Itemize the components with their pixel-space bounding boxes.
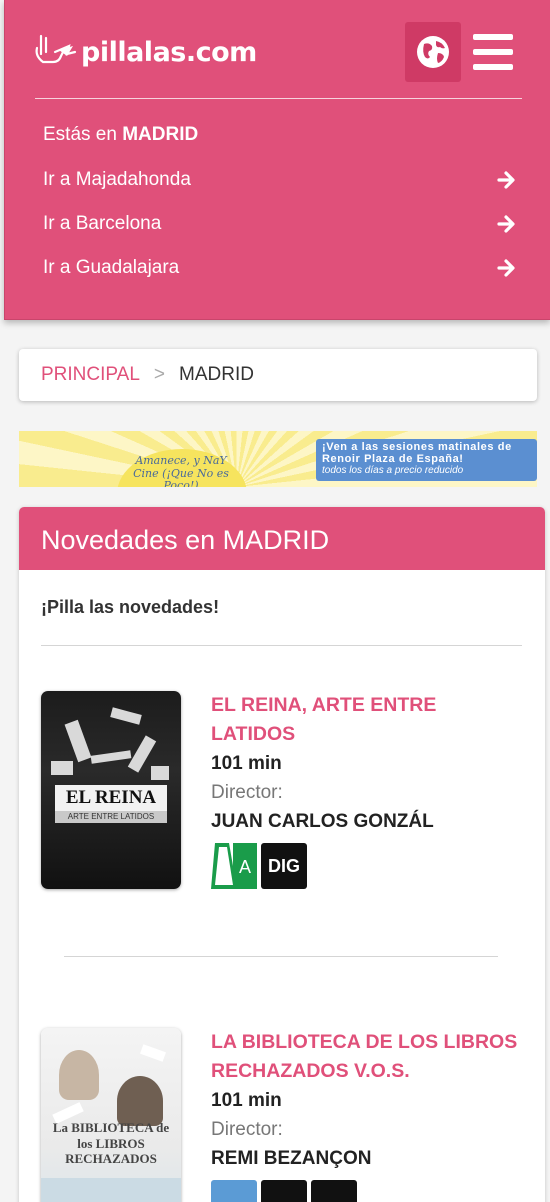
banner-line-2: Renoir Plaza de España!	[322, 453, 464, 465]
movie-title-link[interactable]: EL REINA, ARTE ENTRE LATIDOS	[211, 691, 521, 749]
arrow-right-icon	[497, 215, 515, 233]
poster-subtitle: ARTE ENTRE LATIDOS	[55, 811, 167, 823]
hand-logo-icon	[35, 34, 77, 64]
city-link-majadahonda[interactable]: Ir a Majadahonda	[43, 165, 517, 195]
movie-poster[interactable]: La BIBLIOTECA de los LIBROS RECHAZADOS	[41, 1028, 181, 1202]
news-title: Novedades en MADRID	[19, 507, 545, 570]
movie-duration: 101 min	[211, 753, 282, 774]
site-logo[interactable]: pillalas.com	[33, 30, 257, 74]
arrow-right-icon	[497, 171, 515, 189]
city-link-label: Ir a Barcelona	[43, 213, 162, 234]
digital-badge: DIG	[261, 843, 307, 889]
movie-title-link[interactable]: LA BIBLIOTECA DE LOS LIBROS RECHAZADOS V…	[211, 1028, 521, 1086]
banner-line-1: ¡Ven a las sesiones matinales de	[322, 441, 512, 453]
logo-text: pillalas.com	[81, 36, 257, 68]
format-badge	[311, 1180, 357, 1202]
promo-banner[interactable]: Amanece, y NaY Cine (¡Que No es Poco!) ¡…	[19, 431, 537, 487]
city-link-barcelona[interactable]: Ir a Barcelona	[43, 209, 517, 239]
movie-card: EL REINA ARTE ENTRE LATIDOS EL REINA, AR…	[41, 691, 522, 901]
banner-line-3: todos los días a precio reducido	[322, 465, 464, 476]
director-label: Director:	[211, 1119, 283, 1140]
city-link-guadalajara[interactable]: Ir a Guadalajara	[43, 253, 517, 283]
globe-icon	[417, 36, 449, 68]
header-divider	[35, 98, 522, 99]
poster-title: La BIBLIOTECA de los LIBROS RECHAZADOS	[52, 1120, 170, 1167]
breadcrumb-home-link[interactable]: PRINCIPAL	[41, 364, 140, 386]
banner-sun-text: Amanece, y NaY Cine (¡Que No es Poco!)	[133, 454, 229, 487]
director-name: JUAN CARLOS GONZÁL	[211, 811, 434, 832]
director-label: Director:	[211, 782, 283, 803]
city-selector-button[interactable]	[405, 22, 461, 82]
city-link-label: Ir a Guadalajara	[43, 257, 180, 278]
rating-badges	[211, 1180, 357, 1202]
current-city-prefix: Estás en	[43, 124, 117, 145]
poster-title: EL REINA	[55, 785, 167, 811]
current-city: Estás en MADRID	[43, 124, 198, 146]
movie-poster[interactable]: EL REINA ARTE ENTRE LATIDOS	[41, 691, 181, 889]
menu-bar	[473, 49, 513, 55]
movie-duration: 101 min	[211, 1090, 282, 1111]
breadcrumb-current: MADRID	[179, 364, 254, 385]
badge-a-letter: A	[239, 857, 251, 877]
director-name: REMI BEZANÇON	[211, 1148, 372, 1169]
movie-divider	[64, 956, 498, 957]
arrow-right-icon	[497, 259, 515, 277]
news-section: Novedades en MADRID ¡Pilla las novedades…	[19, 507, 545, 1202]
format-badge	[261, 1180, 307, 1202]
news-subtitle: ¡Pilla las novedades!	[41, 597, 220, 617]
menu-bar	[473, 34, 513, 40]
breadcrumb: PRINCIPAL > MADRID	[19, 349, 537, 401]
rating-badges: A DIG	[211, 843, 307, 889]
menu-bar	[473, 64, 513, 70]
cone-icon: A	[211, 843, 257, 889]
city-link-label: Ir a Majadahonda	[43, 169, 191, 190]
current-city-name: MADRID	[122, 124, 199, 145]
banner-message: ¡Ven a las sesiones matinales de Renoir …	[316, 439, 537, 481]
site-header: pillalas.com Estás en MADRID Ir a Majada…	[4, 0, 550, 320]
movie-card: La BIBLIOTECA de los LIBROS RECHAZADOS L…	[41, 1028, 522, 1202]
rating-badge	[211, 1180, 257, 1202]
hamburger-menu-icon[interactable]	[473, 34, 513, 70]
news-divider	[41, 645, 522, 646]
rating-a-badge: A	[211, 843, 257, 889]
breadcrumb-separator: >	[153, 364, 166, 385]
